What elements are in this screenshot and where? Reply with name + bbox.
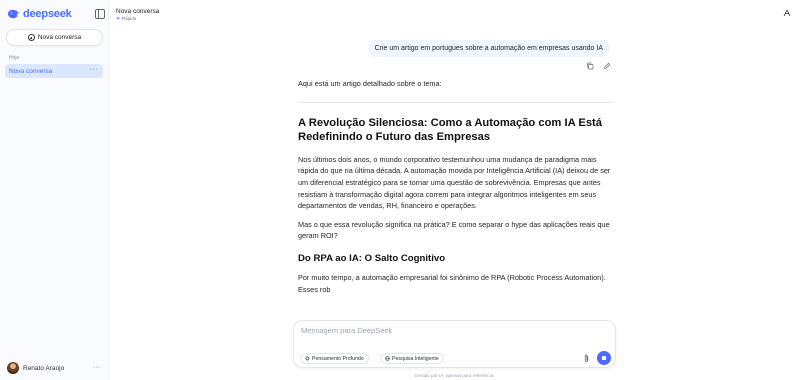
plus-circle-icon [27,34,35,41]
user-menu-icon[interactable]: ··· [93,364,100,371]
stop-icon [602,356,606,360]
new-chat-label: Nova conversa [37,34,82,41]
deep-think-toggle[interactable]: Pensamento Profundo [300,353,369,364]
user-profile[interactable]: Renato Araújo [7,362,64,374]
stop-button[interactable] [597,351,611,365]
share-icon[interactable] [783,9,791,17]
article-paragraph-1: Nos últimos dois anos, o mundo corporati… [298,154,611,211]
user-message-bubble: Crie um artigo em portugues sobre a auto… [367,40,610,57]
sparkle-icon: ✦ [116,15,121,22]
more-options-icon[interactable]: ··· [90,66,99,73]
deepseek-logo[interactable]: deepseek [7,8,72,20]
search-label: Pesquisa Inteligente [392,355,439,362]
copy-icon[interactable] [586,62,594,70]
whale-logo-icon [8,9,19,19]
section-label-today: Hoje [9,55,20,61]
divider [298,101,613,103]
answer-intro: Aqui está um artigo detalhado sobre o te… [298,79,442,88]
message-actions [586,62,611,70]
edit-icon[interactable] [603,62,611,70]
article-subheading: Do RPA ao IA: O Salto Cognitivo [298,252,446,264]
article-paragraph-2: Mas o que essa revolução significa na pr… [298,219,610,241]
search-toggle[interactable]: Pesquisa Inteligente [380,353,444,364]
model-badge[interactable]: ✦ Rápido [116,16,136,21]
chat-title: Nova conversa [116,8,160,15]
new-chat-button[interactable]: Nova conversa [6,29,103,46]
atom-icon [305,356,310,361]
ai-disclaimer: Gerado por IA, apenas para referência. [414,373,495,378]
deep-think-label: Pensamento Profundo [312,355,364,362]
sidebar-item-conversation[interactable]: Nova conversa ··· [5,64,103,78]
message-composer: Pensamento Profundo Pesquisa Inteligente [293,320,616,368]
conversation-label: Nova conversa [9,67,53,75]
article-paragraph-3: Por muito tempo, a automação empresarial… [298,272,606,294]
model-label: Rápido [122,16,137,21]
assistant-answer: Aqui está um artigo detalhado sobre o te… [298,78,613,302]
logo-text: deepseek [23,8,72,20]
user-name: Renato Araújo [23,364,65,372]
globe-icon [385,356,390,361]
avatar [7,362,19,374]
collapse-sidebar-icon[interactable] [95,9,105,19]
sidebar: deepseek Nova conversa Hoje Nova convers… [0,0,109,380]
message-input[interactable] [301,326,601,335]
article-heading: A Revolução Silenciosa: Como a Automação… [298,116,603,144]
paperclip-icon[interactable] [583,354,590,363]
